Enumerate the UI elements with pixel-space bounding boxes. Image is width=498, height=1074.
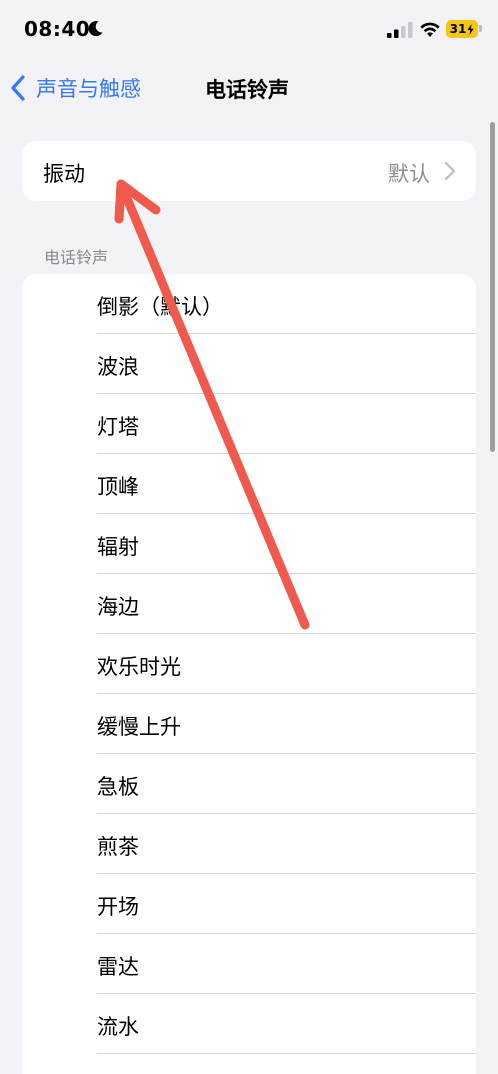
ringtone-label: 缓慢上升 — [97, 715, 181, 739]
ringtone-label: 海边 — [97, 595, 139, 619]
ringtone-item[interactable]: 顶峰 — [22, 454, 476, 514]
status-time: 08:40 — [24, 17, 91, 41]
back-button[interactable]: 声音与触感 — [10, 72, 141, 104]
ringtone-label: 辐射 — [97, 535, 139, 559]
ringtone-item[interactable]: 缓慢上升 — [22, 694, 476, 754]
vibration-row[interactable]: 振动 默认 — [22, 141, 476, 201]
back-button-label: 声音与触感 — [36, 77, 141, 101]
charging-bolt-icon — [467, 23, 474, 35]
ringtone-label: 开场 — [97, 895, 139, 919]
ringtone-label: 波浪 — [97, 355, 139, 379]
row-divider — [97, 1053, 476, 1054]
page-title: 电话铃声 — [205, 78, 289, 102]
ringtone-label: 倒影（默认） — [97, 295, 223, 319]
battery-cap — [479, 25, 482, 32]
ringtone-item[interactable]: 辐射 — [22, 514, 476, 574]
ringtone-item[interactable]: 倒影（默认） — [22, 274, 476, 334]
ringtone-item[interactable]: 欢乐时光 — [22, 634, 476, 694]
navigation-bar: 声音与触感 电话铃声 — [0, 60, 498, 116]
ringtone-label: 流水 — [97, 1015, 139, 1039]
ringtone-item[interactable]: 流水 — [22, 994, 476, 1054]
chevron-left-icon — [11, 75, 25, 101]
vibration-label: 振动 — [43, 162, 85, 186]
ringtone-list: 倒影（默认） 波浪灯塔顶峰辐射海边欢乐时光缓慢上升急板煎茶开场雷达流水 — [22, 274, 476, 1074]
ringtone-item[interactable]: 煎茶 — [22, 814, 476, 874]
signal-icon — [387, 22, 413, 38]
wifi-icon — [420, 22, 440, 37]
ringtone-label: 灯塔 — [97, 415, 139, 439]
chevron-right-icon — [444, 161, 456, 181]
vibration-value: 默认 — [388, 162, 430, 186]
ringtone-label: 雷达 — [97, 955, 139, 979]
ringtone-label: 急板 — [97, 775, 139, 799]
status-bar: 08:40 31 — [0, 0, 498, 60]
section-header: 电话铃声 — [44, 248, 109, 267]
ringtone-item[interactable]: 雷达 — [22, 934, 476, 994]
ringtone-item[interactable]: 急板 — [22, 754, 476, 814]
battery-icon: 31 — [446, 20, 478, 38]
ringtone-label: 欢乐时光 — [97, 655, 181, 679]
ringtone-label: 煎茶 — [97, 835, 139, 859]
ringtone-item[interactable]: 波浪 — [22, 334, 476, 394]
ringtone-item[interactable]: 灯塔 — [22, 394, 476, 454]
ringtone-item[interactable]: 海边 — [22, 574, 476, 634]
battery-level: 31 — [449, 22, 467, 36]
ringtone-label: 顶峰 — [97, 475, 139, 499]
ringtone-item[interactable]: 开场 — [22, 874, 476, 934]
moon-icon — [88, 21, 103, 37]
scroll-indicator[interactable] — [490, 122, 495, 452]
